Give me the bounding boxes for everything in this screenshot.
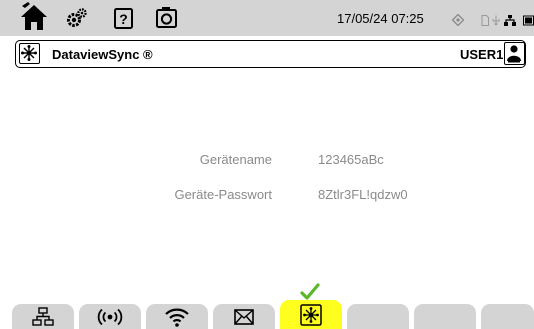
dataviewsync-icon (300, 303, 322, 326)
battery-icon (523, 13, 534, 31)
tab-wifi[interactable] (146, 304, 208, 329)
usb-icon (491, 13, 501, 31)
power-diamond-icon (451, 13, 465, 31)
home-icon[interactable] (18, 0, 50, 36)
date-time: 17/05/24 07:25 (337, 11, 424, 26)
sd-card-icon (481, 13, 489, 31)
bottom-tab-bar (0, 300, 534, 329)
svg-text:?: ? (119, 11, 128, 27)
tab-empty-7 (414, 304, 476, 329)
help-icon[interactable]: ? (112, 0, 136, 36)
page-title: DataviewSync ® (52, 47, 153, 62)
settings-gear-icon[interactable] (66, 0, 88, 36)
tab-dataviewsync[interactable] (280, 300, 342, 329)
email-icon (234, 308, 254, 325)
tab-empty-8 (481, 304, 534, 329)
user-name: USER1 (460, 47, 504, 62)
dataviewsync-icon (19, 43, 40, 64)
wifi-icon (165, 308, 189, 327)
tab-ethernet[interactable] (12, 304, 74, 329)
device-password-label: Geräte-Passwort (174, 187, 272, 202)
tab-empty-6 (347, 304, 409, 329)
user-profile-button[interactable] (504, 42, 525, 65)
ethernet-icon (32, 306, 54, 326)
device-password-value[interactable]: 8Ztlr3FL!qdzw0 (318, 187, 408, 202)
network-connected-icon (504, 13, 516, 31)
device-name-label: Gerätename (199, 152, 272, 167)
device-name-value[interactable]: 123465aBc (318, 152, 384, 167)
wireless-broadcast-icon (97, 308, 123, 325)
tab-email[interactable] (213, 304, 275, 329)
top-toolbar: ? 17/05/24 07:25 (0, 0, 534, 36)
camera-icon[interactable] (154, 0, 180, 36)
tab-wireless[interactable] (79, 304, 141, 329)
page-header: DataviewSync ® USER1 (15, 40, 526, 68)
